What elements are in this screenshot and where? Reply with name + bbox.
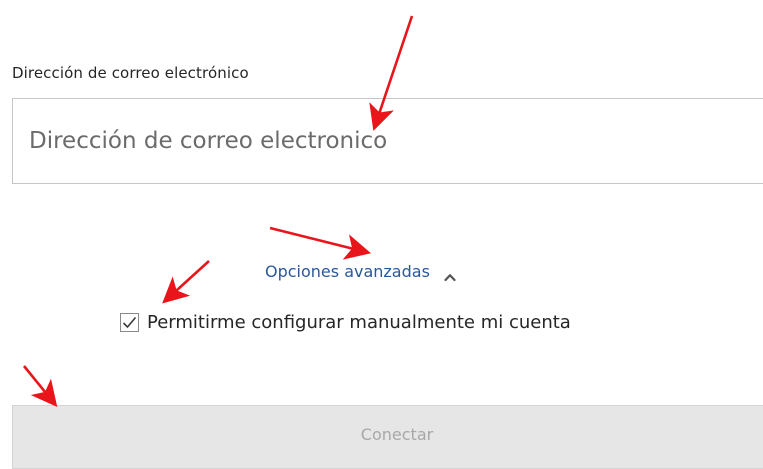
- manual-setup-checkbox[interactable]: [120, 313, 139, 332]
- advanced-options-label: Opciones avanzadas: [265, 262, 430, 281]
- annotation-arrow-advanced: [269, 226, 372, 260]
- manual-setup-label: Permitirme configurar manualmente mi cue…: [147, 312, 571, 333]
- annotation-arrow-checkbox: [162, 260, 210, 304]
- connect-button[interactable]: Conectar: [12, 405, 763, 469]
- annotation-arrow-connect: [22, 365, 58, 408]
- checkmark-icon: [122, 316, 137, 329]
- email-field-label: Dirección de correo electrónico: [12, 64, 249, 82]
- manual-setup-option[interactable]: Permitirme configurar manualmente mi cue…: [120, 312, 571, 333]
- advanced-options-toggle[interactable]: Opciones avanzadas: [265, 262, 456, 281]
- chevron-up-icon: [444, 267, 456, 281]
- email-field[interactable]: [12, 98, 763, 184]
